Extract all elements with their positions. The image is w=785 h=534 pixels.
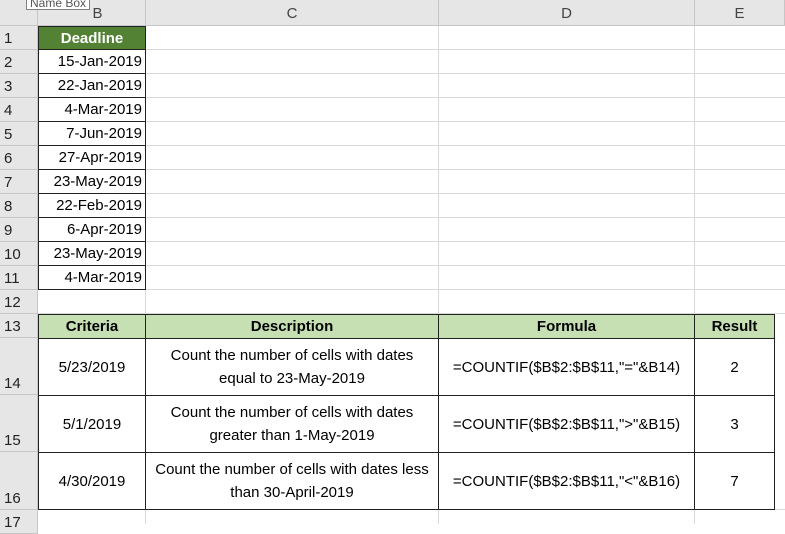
deadline-cell[interactable]: 6-Apr-2019 bbox=[38, 217, 146, 242]
deadline-cell[interactable]: 22-Jan-2019 bbox=[38, 73, 146, 98]
row-header[interactable]: 15 bbox=[0, 395, 38, 452]
result-cell[interactable]: 3 bbox=[694, 395, 775, 453]
formula-cell[interactable]: =COUNTIF($B$2:$B$11,"<"&B16) bbox=[438, 452, 695, 510]
description-line: greater than 1-May-2019 bbox=[209, 427, 375, 444]
description-header[interactable]: Description bbox=[145, 314, 439, 339]
gridline bbox=[38, 97, 785, 98]
deadline-cell[interactable]: 23-May-2019 bbox=[38, 241, 146, 266]
row-header[interactable]: 3 bbox=[0, 74, 38, 98]
description-line: Count the number of cells with dates bbox=[170, 347, 414, 364]
row-header[interactable]: 8 bbox=[0, 194, 38, 218]
row-header[interactable]: 2 bbox=[0, 50, 38, 74]
description-cell[interactable]: Count the number of cells with dates equ… bbox=[145, 338, 439, 396]
row-header[interactable]: 5 bbox=[0, 122, 38, 146]
gridline bbox=[38, 49, 785, 50]
row-header[interactable]: 6 bbox=[0, 146, 38, 170]
row-header[interactable]: 16 bbox=[0, 452, 38, 510]
column-header-d[interactable]: D bbox=[439, 0, 695, 26]
name-box-tooltip: Name Box bbox=[26, 0, 91, 10]
deadline-cell[interactable]: 4-Mar-2019 bbox=[38, 265, 146, 290]
row-header[interactable]: 7 bbox=[0, 170, 38, 194]
deadline-cell[interactable]: 27-Apr-2019 bbox=[38, 145, 146, 170]
result-cell[interactable]: 7 bbox=[694, 452, 775, 510]
description-line: Count the number of cells with dates bbox=[170, 404, 414, 421]
row-header[interactable]: 4 bbox=[0, 98, 38, 122]
column-header-c[interactable]: C bbox=[146, 0, 439, 26]
gridline bbox=[38, 145, 785, 146]
row-header[interactable]: 14 bbox=[0, 338, 38, 395]
gridline bbox=[38, 241, 785, 242]
result-header[interactable]: Result bbox=[694, 314, 775, 339]
criteria-cell[interactable]: 5/1/2019 bbox=[38, 395, 146, 453]
description-line: equal to 23-May-2019 bbox=[219, 370, 365, 387]
description-line: than 30-April-2019 bbox=[230, 484, 354, 501]
gridline bbox=[38, 289, 785, 290]
deadline-cell[interactable]: 15-Jan-2019 bbox=[38, 49, 146, 74]
description-line: Count the number of cells with dates les… bbox=[155, 461, 429, 478]
row-header[interactable]: 17 bbox=[0, 510, 38, 534]
criteria-cell[interactable]: 4/30/2019 bbox=[38, 452, 146, 510]
deadline-cell[interactable]: 22-Feb-2019 bbox=[38, 193, 146, 218]
row-header[interactable]: 10 bbox=[0, 242, 38, 266]
row-header[interactable]: 11 bbox=[0, 266, 38, 290]
deadline-cell[interactable]: 7-Jun-2019 bbox=[38, 121, 146, 146]
row-header[interactable]: 12 bbox=[0, 290, 38, 314]
description-cell[interactable]: Count the number of cells with dates gre… bbox=[145, 395, 439, 453]
gridline bbox=[38, 169, 785, 170]
result-cell[interactable]: 2 bbox=[694, 338, 775, 396]
gridline bbox=[38, 193, 785, 194]
gridline bbox=[38, 265, 785, 266]
column-header-e[interactable]: E bbox=[695, 0, 785, 26]
description-cell[interactable]: Count the number of cells with dates les… bbox=[145, 452, 439, 510]
criteria-cell[interactable]: 5/23/2019 bbox=[38, 338, 146, 396]
formula-header[interactable]: Formula bbox=[438, 314, 695, 339]
row-header[interactable]: 9 bbox=[0, 218, 38, 242]
formula-cell[interactable]: =COUNTIF($B$2:$B$11,">"&B15) bbox=[438, 395, 695, 453]
formula-cell[interactable]: =COUNTIF($B$2:$B$11,"="&B14) bbox=[438, 338, 695, 396]
deadline-cell[interactable]: 4-Mar-2019 bbox=[38, 97, 146, 122]
criteria-header[interactable]: Criteria bbox=[38, 314, 146, 339]
gridline bbox=[38, 217, 785, 218]
deadline-header[interactable]: Deadline bbox=[38, 26, 146, 50]
gridline bbox=[38, 121, 785, 122]
gridline bbox=[38, 73, 785, 74]
row-header[interactable]: 1 bbox=[0, 26, 38, 50]
deadline-cell[interactable]: 23-May-2019 bbox=[38, 169, 146, 194]
row-header[interactable]: 13 bbox=[0, 314, 38, 338]
